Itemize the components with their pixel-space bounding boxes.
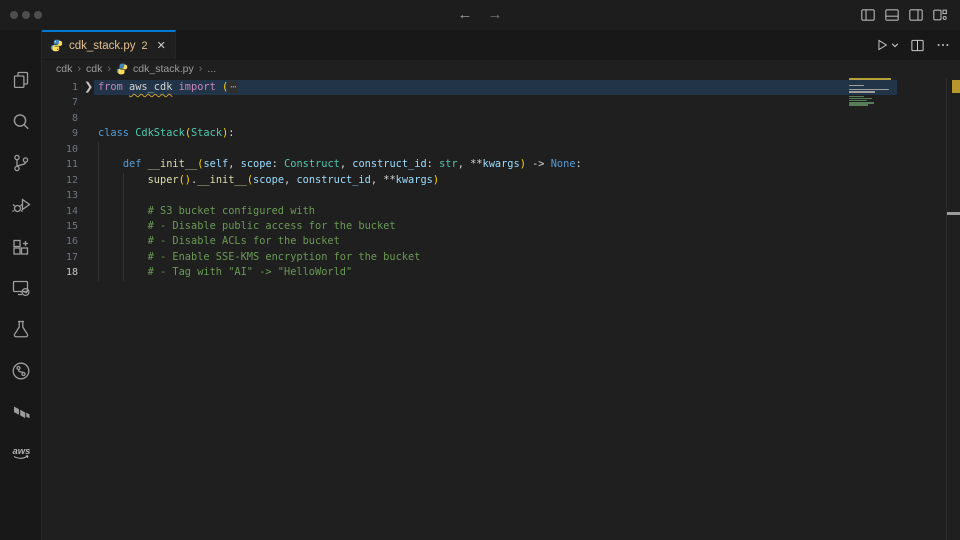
minimap[interactable] xyxy=(847,78,897,540)
toggle-panel-bottom-icon[interactable] xyxy=(884,7,900,23)
line-number: 15 xyxy=(42,219,78,234)
breadcrumb-folder[interactable]: cdk xyxy=(86,63,102,75)
run-python-file-button[interactable] xyxy=(875,38,899,52)
tab-problems-badge: 2 xyxy=(141,40,147,52)
line-number: 1 xyxy=(42,80,78,95)
code-text: super().__init__(scope, construct_id, **… xyxy=(98,173,439,188)
window-close-button[interactable] xyxy=(10,11,18,19)
minimap-line xyxy=(849,96,864,98)
breadcrumb-separator: › xyxy=(199,63,203,75)
customize-layout-icon[interactable] xyxy=(932,7,948,23)
breadcrumb-separator: › xyxy=(77,63,81,75)
ruler-marker xyxy=(947,212,960,215)
line-number: 13 xyxy=(42,188,78,203)
code-text: # - Tag with "AI" -> "HelloWorld" xyxy=(98,265,352,280)
line-number: 8 xyxy=(42,111,78,126)
run-and-debug-icon[interactable] xyxy=(10,194,32,216)
line-number: 11 xyxy=(42,157,78,172)
run-dropdown-icon xyxy=(891,41,899,49)
minimap-line xyxy=(849,104,868,106)
line-number: 14 xyxy=(42,204,78,219)
tab-cdk-stack[interactable]: cdk_stack.py 2 ✕ xyxy=(42,30,176,59)
code-text: class CdkStack(Stack): xyxy=(98,126,234,141)
minimap-line xyxy=(849,78,891,80)
aws-toolkit-icon[interactable]: aws xyxy=(10,442,32,464)
line-number: 16 xyxy=(42,234,78,249)
line-number: 10 xyxy=(42,142,78,157)
ruler-marker xyxy=(952,80,960,93)
breadcrumb-separator: › xyxy=(107,63,111,75)
window-minimize-button[interactable] xyxy=(22,11,30,19)
toggle-sidebar-right-icon[interactable] xyxy=(908,7,924,23)
overview-ruler[interactable] xyxy=(946,78,960,540)
code-line-17[interactable]: 17 # - Enable SSE-KMS encryption for the… xyxy=(42,250,960,265)
breadcrumb-folder[interactable]: cdk xyxy=(56,63,72,75)
code-line-11[interactable]: 11 def __init__(self, scope: Construct, … xyxy=(42,157,960,172)
explorer-icon[interactable] xyxy=(10,69,32,91)
line-number: 17 xyxy=(42,250,78,265)
code-line-14[interactable]: 14 # S3 bucket configured with xyxy=(42,204,960,219)
code-line-13[interactable]: 13 xyxy=(42,188,960,203)
code-line-15[interactable]: 15 # - Disable public access for the buc… xyxy=(42,219,960,234)
toggle-sidebar-left-icon[interactable] xyxy=(860,7,876,23)
indent-guide xyxy=(123,188,124,203)
python-file-icon xyxy=(116,63,128,75)
code-line-10[interactable]: 10 xyxy=(42,142,960,157)
code-line-8[interactable]: 8 xyxy=(42,111,960,126)
python-file-icon xyxy=(50,39,63,52)
code-text: # S3 bucket configured with xyxy=(98,204,315,219)
minimap-line xyxy=(849,91,875,93)
activity-bar: aws xyxy=(0,30,42,540)
tab-label: cdk_stack.py xyxy=(69,40,135,52)
tab-close-icon[interactable]: ✕ xyxy=(157,39,166,52)
code-line-12[interactable]: 12 super().__init__(scope, construct_id,… xyxy=(42,173,960,188)
line-number: 12 xyxy=(42,173,78,188)
window-controls xyxy=(10,11,42,19)
more-actions-icon[interactable] xyxy=(936,38,950,52)
breadcrumb-file[interactable]: cdk_stack.py xyxy=(133,63,194,75)
code-line-18[interactable]: 18 # - Tag with "AI" -> "HelloWorld" xyxy=(42,265,960,280)
extensions-icon[interactable] xyxy=(10,236,32,258)
source-control-icon[interactable] xyxy=(10,152,32,174)
search-icon[interactable] xyxy=(10,111,32,133)
code-text: # - Disable ACLs for the bucket xyxy=(98,234,340,249)
code-lines: 1 ❯ from aws_cdk import (⋯ 789 class CdkStac… xyxy=(42,80,960,281)
code-text: # - Disable public access for the bucket xyxy=(98,219,396,234)
minimap-line xyxy=(849,98,872,100)
remote-explorer-icon[interactable] xyxy=(10,277,32,299)
code-line-1[interactable]: 1 ❯ from aws_cdk import (⋯ xyxy=(42,80,960,95)
breadcrumb-symbol[interactable]: ... xyxy=(207,63,216,75)
terraform-icon[interactable] xyxy=(10,402,32,424)
split-editor-icon[interactable] xyxy=(910,38,925,53)
line-number: 7 xyxy=(42,95,78,110)
code-text: # - Enable SSE-KMS encryption for the bu… xyxy=(98,250,420,265)
indent-guide xyxy=(98,188,99,203)
line-number: 9 xyxy=(42,126,78,141)
code-line-7[interactable]: 7 xyxy=(42,95,960,110)
code-text: def __init__(self, scope: Construct, con… xyxy=(98,157,582,172)
window-zoom-button[interactable] xyxy=(34,11,42,19)
go-forward-icon[interactable]: → xyxy=(486,4,504,26)
vscode-window: ← → xyxy=(0,0,960,540)
title-bar: ← → xyxy=(0,0,960,31)
git-graph-icon[interactable] xyxy=(10,360,32,382)
indent-guide xyxy=(98,142,99,157)
code-text: from aws_cdk import (⋯ xyxy=(98,80,238,95)
minimap-line xyxy=(849,85,864,87)
breadcrumb: cdk › cdk › cdk_stack.py › ... xyxy=(42,60,960,78)
go-back-icon[interactable]: ← xyxy=(456,4,474,26)
fold-chevron-icon[interactable]: ❯ xyxy=(84,80,93,95)
line-number: 18 xyxy=(42,265,78,280)
code-line-16[interactable]: 16 # - Disable ACLs for the bucket xyxy=(42,234,960,249)
code-editor[interactable]: 1 ❯ from aws_cdk import (⋯ 789 class CdkStac… xyxy=(42,78,960,540)
testing-beaker-icon[interactable] xyxy=(10,318,32,340)
code-line-9[interactable]: 9 class CdkStack(Stack): xyxy=(42,126,960,141)
history-nav: ← → xyxy=(456,4,504,26)
tab-bar: cdk_stack.py 2 ✕ xyxy=(42,30,960,61)
